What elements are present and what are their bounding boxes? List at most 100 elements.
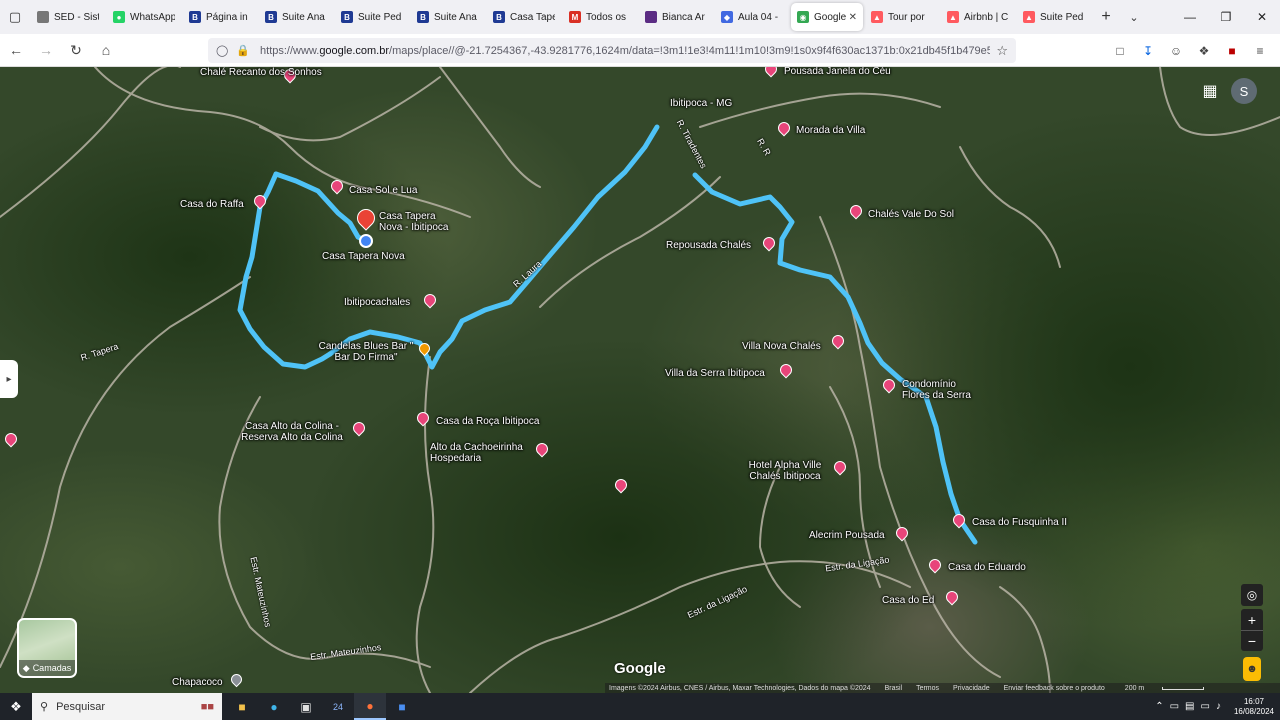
google-apps-icon[interactable]: ▦ <box>1198 79 1222 103</box>
place-casa-raffa[interactable]: Casa do Raffa <box>180 199 244 210</box>
place-ibitipocachales[interactable]: Ibitipocachales <box>344 297 410 308</box>
calendar-icon[interactable]: 24 <box>322 693 354 720</box>
word-icon[interactable]: ■ <box>386 693 418 720</box>
tab-5[interactable]: B Suite Ana <box>411 3 485 31</box>
close-window-button[interactable]: ✕ <box>1244 0 1280 34</box>
tab-0[interactable]: SED - Sistema <box>31 3 105 31</box>
tab-title: Suite Ped <box>358 11 402 23</box>
my-location-button[interactable]: ◎ <box>1241 584 1263 606</box>
place-alecrim-pousada[interactable]: Alecrim Pousada <box>809 530 885 541</box>
extensions-icon[interactable]: ❖ <box>1190 38 1218 63</box>
zoom-out-button[interactable]: − <box>1241 630 1263 651</box>
place-pousada-janela[interactable]: Pousada Janela do Céu <box>784 67 891 77</box>
tab-2[interactable]: B Página in <box>183 3 257 31</box>
map-scale[interactable]: 200 m <box>1125 685 1218 692</box>
restore-button[interactable]: ❐ <box>1208 0 1244 34</box>
place-hotel-alpha-ville[interactable]: Hotel Alpha Ville Chalés Ibitipoca <box>740 460 830 482</box>
firefox-icon[interactable]: ● <box>354 693 386 720</box>
file-explorer-icon[interactable]: ■ <box>226 693 258 720</box>
place-casa-eduardo[interactable]: Casa do Eduardo <box>948 562 1026 573</box>
location-marker-icon[interactable] <box>359 234 373 248</box>
place-casa-roca[interactable]: Casa da Roça Ibitipoca <box>436 416 539 427</box>
place-villa-nova-chales[interactable]: Villa Nova Chalés <box>742 341 821 352</box>
place-alto-cachoeirinha[interactable]: Alto da Cachoeirinha Hospedaria <box>430 442 530 464</box>
tab-12[interactable]: ▲ Airbnb | C <box>941 3 1015 31</box>
minimize-button[interactable]: — <box>1172 0 1208 34</box>
tab-11[interactable]: ▲ Tour por <box>865 3 939 31</box>
tab-7[interactable]: M Todos os <box>563 3 637 31</box>
taskbar-clock[interactable]: 16:07 16/08/2024 <box>1234 697 1274 717</box>
airbnb-icon: ▲ <box>947 11 959 23</box>
shield-icon[interactable]: ◯ <box>216 44 228 57</box>
new-tab-button[interactable]: + <box>1092 3 1120 31</box>
place-casa-sol-lua[interactable]: Casa Sol e Lua <box>349 185 417 196</box>
account-icon[interactable]: ☺ <box>1162 38 1190 63</box>
reload-button[interactable]: ↻ <box>62 36 90 64</box>
bookmark-star-icon[interactable]: ☆ <box>996 43 1008 59</box>
taskbar-search[interactable]: ⚲ Pesquisar ■■ <box>32 693 222 720</box>
map-roads <box>0 67 1280 693</box>
place-candelas-blues-bar[interactable]: Candelas Blues Bar " Bar Do Firma" <box>316 341 416 363</box>
download-icon[interactable]: ↧ <box>1134 38 1162 63</box>
menu-icon[interactable]: ≡ <box>1246 38 1274 63</box>
attrib-link-termos[interactable]: Termos <box>916 685 939 692</box>
tab-4[interactable]: B Suite Ped <box>335 3 409 31</box>
back-button[interactable]: ← <box>2 36 30 64</box>
address-bar[interactable]: ◯ 🔒 https://www.google.com.br/maps/place… <box>208 38 1016 63</box>
home-button[interactable]: ⌂ <box>92 36 120 64</box>
tab-6[interactable]: B Casa Tape <box>487 3 561 31</box>
place-repousada-chales[interactable]: Repousada Chalés <box>666 240 751 251</box>
place-morada-villa[interactable]: Morada da Villa <box>796 125 865 136</box>
system-tray: ⌃ ▭ ▤ ▭ ♪ 16:07 16/08/2024 <box>1152 693 1274 720</box>
forward-button[interactable]: → <box>32 36 60 64</box>
avatar[interactable]: S <box>1231 78 1257 104</box>
place-ibitipoca-town[interactable]: Ibitipoca - MG <box>670 98 732 109</box>
place-casa-fusquinha[interactable]: Casa do Fusquinha II <box>972 517 1067 528</box>
zoom-in-button[interactable]: + <box>1241 609 1263 630</box>
screen: ▢ SED - Sistema ● WhatsApp B Página in B Suite… <box>0 0 1280 720</box>
tab-9[interactable]: ◆ Aula 04 - <box>715 3 789 31</box>
edge-icon[interactable]: ● <box>258 693 290 720</box>
attrib-link-feedback[interactable]: Enviar feedback sobre o produto <box>1004 685 1105 692</box>
place-chales-vale-sol[interactable]: Chalés Vale Do Sol <box>868 209 954 220</box>
tab-1[interactable]: ● WhatsApp <box>107 3 181 31</box>
place-chapacoco[interactable]: Chapacoco <box>172 677 223 688</box>
place-casa-alto-colina[interactable]: Casa Alto da Colina - Reserva Alto da Co… <box>236 421 348 443</box>
expand-side-panel-button[interactable]: ▸ <box>0 360 18 398</box>
tab-list-icon[interactable]: ▢ <box>0 0 30 34</box>
tab-13[interactable]: ▲ Suite Ped <box>1017 3 1091 31</box>
chevron-up-icon[interactable]: ⌃ <box>1155 701 1163 712</box>
attrib-link-privacidade[interactable]: Privacidade <box>953 685 990 692</box>
satellite-map[interactable]: Chalé Recanto dos Sonhos Pousada Janela … <box>0 67 1280 693</box>
battery-icon[interactable]: ▭ <box>1170 701 1179 712</box>
attrib-link-brasil[interactable]: Brasil <box>885 685 903 692</box>
tab-title: Suite Ana <box>434 11 477 23</box>
volume-icon[interactable]: ♪ <box>1216 701 1221 712</box>
place-villa-serra[interactable]: Villa da Serra Ibitipoca <box>665 368 765 379</box>
monitor-icon[interactable]: ▭ <box>1201 701 1210 712</box>
chevron-down-icon[interactable]: ⌄ <box>1120 3 1148 31</box>
windows-start-icon[interactable]: ❖ <box>0 693 32 720</box>
route-segment-3 <box>327 124 660 370</box>
street-view-pegman-icon[interactable]: ☻ <box>1243 657 1261 681</box>
airbnb-icon: ▲ <box>871 11 883 23</box>
tab-3[interactable]: B Suite Ana <box>259 3 333 31</box>
tab-8[interactable]: Bianca Ar <box>639 3 713 31</box>
place-condominio-flores[interactable]: Condomínio Flores da Serra <box>902 379 980 401</box>
close-tab-icon[interactable]: ✕ <box>849 12 857 23</box>
tab-strip: SED - Sistema ● WhatsApp B Página in B Suite A… <box>30 0 1092 34</box>
pocket-icon[interactable]: □ <box>1106 38 1134 63</box>
lock-icon[interactable]: 🔒 <box>236 44 250 57</box>
place-casa-tapera-nova-ibitipoca[interactable]: Casa Tapera Nova - Ibitipoca <box>379 211 459 233</box>
layers-label: ◆ Camadas <box>19 660 75 676</box>
booking-icon: B <box>493 11 505 23</box>
tab-title: Casa Tape <box>510 11 555 23</box>
store-icon[interactable]: ▣ <box>290 693 322 720</box>
place-chale-recanto[interactable]: Chalé Recanto dos Sonhos <box>200 67 322 78</box>
network-icon[interactable]: ▤ <box>1185 701 1194 712</box>
place-casa-tapera-nova[interactable]: Casa Tapera Nova <box>322 251 405 262</box>
extension-badge-icon[interactable]: ■ <box>1218 38 1246 63</box>
layers-button[interactable]: ◆ Camadas <box>17 618 77 678</box>
tab-10[interactable]: ◉ Google ✕ <box>791 3 863 31</box>
place-casa-ed[interactable]: Casa do Ed <box>882 595 934 606</box>
